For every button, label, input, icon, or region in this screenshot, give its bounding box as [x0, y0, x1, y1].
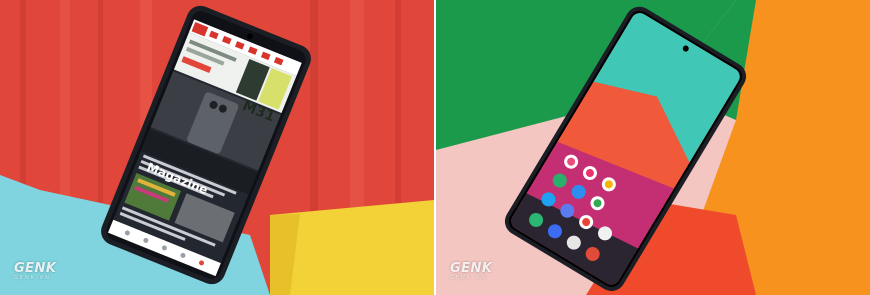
- watermark-logo: GENK: [14, 261, 57, 276]
- watermark-sub: GENK.VN: [450, 275, 487, 281]
- watermark-right: GENK GENK.VN: [450, 261, 493, 281]
- watermark-sub: GENK.VN: [14, 275, 51, 281]
- photo-right: GENK GENK.VN: [436, 0, 870, 295]
- photo-right-scene: [436, 0, 870, 295]
- watermark-left: GENK GENK.VN: [14, 261, 57, 281]
- watermark-logo: GENK: [450, 261, 493, 276]
- photo-left-scene: [0, 0, 434, 295]
- photo-left: Magazine M31 GENK GENK.VN: [0, 0, 434, 295]
